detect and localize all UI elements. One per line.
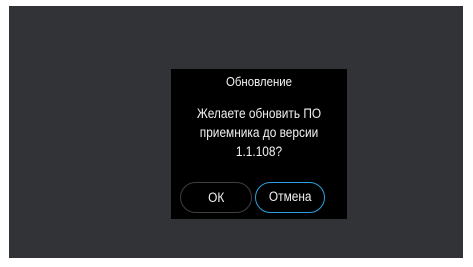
ok-button[interactable]: ОК: [180, 182, 252, 213]
cancel-button[interactable]: Отмена: [255, 182, 325, 213]
dialog-title: Обновление: [225, 74, 293, 89]
ok-button-label: ОК: [207, 190, 225, 205]
cancel-button-label: Отмена: [268, 189, 312, 204]
update-dialog: Обновление Желаете обновить ПО приемника…: [171, 69, 347, 219]
dialog-message: Желаете обновить ПО приемника до версии …: [196, 106, 322, 159]
screen-background: Обновление Желаете обновить ПО приемника…: [9, 6, 463, 258]
